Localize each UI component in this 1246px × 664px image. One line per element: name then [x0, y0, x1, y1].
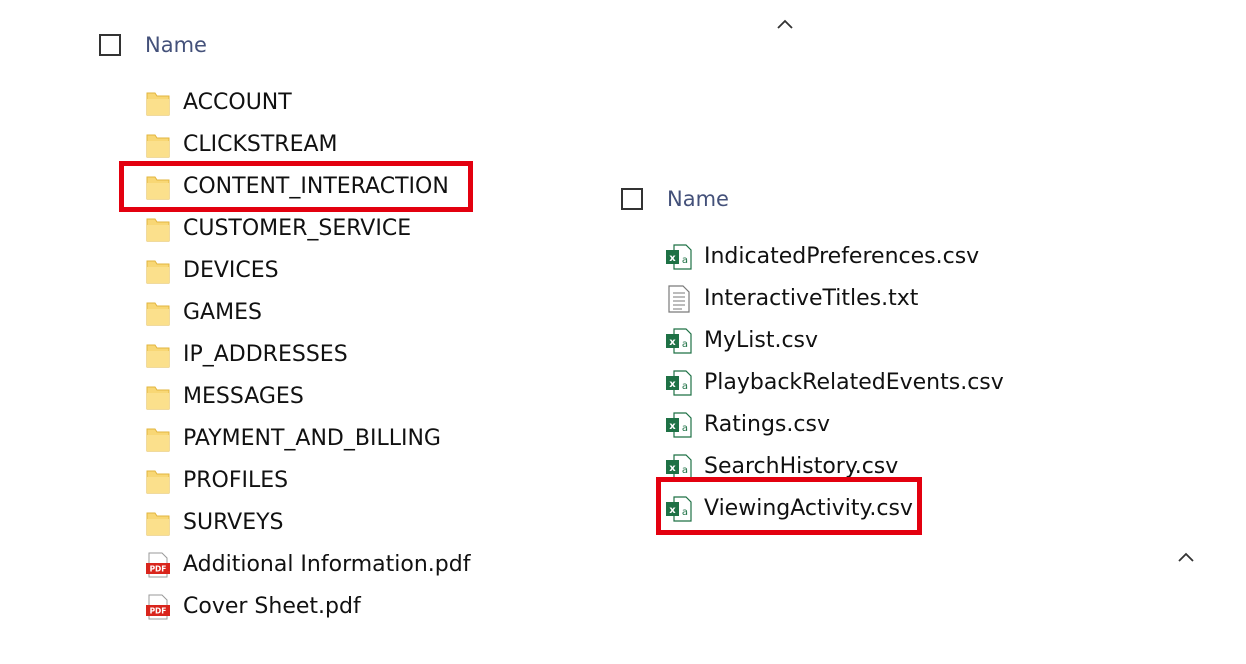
list-item-indicated-preferences-csv[interactable]: ax IndicatedPreferences.csv — [666, 236, 1004, 278]
list-item-clickstream[interactable]: CLICKSTREAM — [145, 124, 470, 166]
list-item-devices[interactable]: DEVICES — [145, 250, 470, 292]
folder-icon — [145, 382, 171, 412]
list-item-customer-service[interactable]: CUSTOMER_SERVICE — [145, 208, 470, 250]
list-item-interactive-titles-txt[interactable]: InteractiveTitles.txt — [666, 278, 1004, 320]
list-item-additional-information-pdf[interactable]: PDF Additional Information.pdf — [145, 544, 470, 586]
item-label: DEVICES — [183, 258, 279, 283]
svg-text:x: x — [669, 505, 676, 516]
folder-icon — [145, 508, 171, 538]
select-all-checkbox-left[interactable] — [99, 34, 121, 56]
list-item-ip-addresses[interactable]: IP_ADDRESSES — [145, 334, 470, 376]
list-item-surveys[interactable]: SURVEYS — [145, 502, 470, 544]
item-label: ACCOUNT — [183, 90, 292, 115]
list-item-mylist-csv[interactable]: ax MyList.csv — [666, 320, 1004, 362]
list-item-search-history-csv[interactable]: ax SearchHistory.csv — [666, 446, 1004, 488]
svg-text:x: x — [669, 337, 676, 348]
select-all-checkbox-right[interactable] — [621, 188, 643, 210]
svg-text:a: a — [682, 381, 688, 392]
item-label: MyList.csv — [704, 328, 819, 353]
excel-icon: ax — [666, 326, 692, 356]
list-item-cover-sheet-pdf[interactable]: PDF Cover Sheet.pdf — [145, 586, 470, 628]
excel-icon: ax — [666, 242, 692, 272]
excel-icon: ax — [666, 452, 692, 482]
item-label: IndicatedPreferences.csv — [704, 244, 980, 269]
pdf-icon: PDF — [145, 592, 171, 622]
list-item-account[interactable]: ACCOUNT — [145, 82, 470, 124]
svg-text:a: a — [682, 465, 688, 476]
folder-icon — [145, 214, 171, 244]
folder-icon — [145, 88, 171, 118]
right-file-list: ax IndicatedPreferences.csv InteractiveT… — [666, 236, 1004, 530]
explorer-comparison: Name ACCOUNT CLICKSTREAM CONTENT_INTERAC… — [0, 0, 1246, 664]
item-label: Additional Information.pdf — [183, 552, 471, 577]
chevron-up-icon[interactable] — [1177, 551, 1195, 563]
list-item-content-interaction[interactable]: CONTENT_INTERACTION — [145, 166, 470, 208]
list-item-playback-related-events-csv[interactable]: ax PlaybackRelatedEvents.csv — [666, 362, 1004, 404]
folder-icon — [145, 172, 171, 202]
svg-text:x: x — [669, 463, 676, 474]
item-label: ViewingActivity.csv — [704, 496, 913, 521]
list-item-payment-and-billing[interactable]: PAYMENT_AND_BILLING — [145, 418, 470, 460]
text-file-icon — [666, 284, 692, 314]
svg-text:a: a — [682, 255, 688, 266]
folder-icon — [145, 298, 171, 328]
folder-icon — [145, 466, 171, 496]
excel-icon: ax — [666, 494, 692, 524]
svg-text:PDF: PDF — [150, 607, 167, 616]
item-label: CLICKSTREAM — [183, 132, 338, 157]
name-column-header-right[interactable]: Name — [667, 185, 729, 213]
item-label: PlaybackRelatedEvents.csv — [704, 370, 1004, 395]
item-label: InteractiveTitles.txt — [704, 286, 919, 311]
pdf-icon: PDF — [145, 550, 171, 580]
item-label: GAMES — [183, 300, 262, 325]
chevron-up-icon[interactable] — [776, 18, 794, 30]
list-item-profiles[interactable]: PROFILES — [145, 460, 470, 502]
svg-text:x: x — [669, 421, 676, 432]
folder-icon — [145, 130, 171, 160]
item-label: MESSAGES — [183, 384, 304, 409]
item-label: CONTENT_INTERACTION — [183, 174, 449, 199]
item-label: PROFILES — [183, 468, 289, 493]
svg-text:a: a — [682, 423, 688, 434]
excel-icon: ax — [666, 368, 692, 398]
item-label: PAYMENT_AND_BILLING — [183, 426, 441, 451]
svg-text:a: a — [682, 339, 688, 350]
svg-text:x: x — [669, 379, 676, 390]
list-item-viewing-activity-csv[interactable]: ax ViewingActivity.csv — [666, 488, 1004, 530]
svg-text:PDF: PDF — [150, 565, 167, 574]
list-item-messages[interactable]: MESSAGES — [145, 376, 470, 418]
item-label: IP_ADDRESSES — [183, 342, 348, 367]
svg-text:a: a — [682, 507, 688, 518]
item-label: Ratings.csv — [704, 412, 830, 437]
svg-text:x: x — [669, 253, 676, 264]
left-file-list: ACCOUNT CLICKSTREAM CONTENT_INTERACTION … — [145, 82, 470, 628]
name-column-header-left[interactable]: Name — [145, 31, 207, 59]
excel-icon: ax — [666, 410, 692, 440]
item-label: SURVEYS — [183, 510, 284, 535]
item-label: SearchHistory.csv — [704, 454, 899, 479]
folder-icon — [145, 424, 171, 454]
item-label: Cover Sheet.pdf — [183, 594, 361, 619]
list-item-ratings-csv[interactable]: ax Ratings.csv — [666, 404, 1004, 446]
folder-icon — [145, 256, 171, 286]
item-label: CUSTOMER_SERVICE — [183, 216, 412, 241]
folder-icon — [145, 340, 171, 370]
list-item-games[interactable]: GAMES — [145, 292, 470, 334]
